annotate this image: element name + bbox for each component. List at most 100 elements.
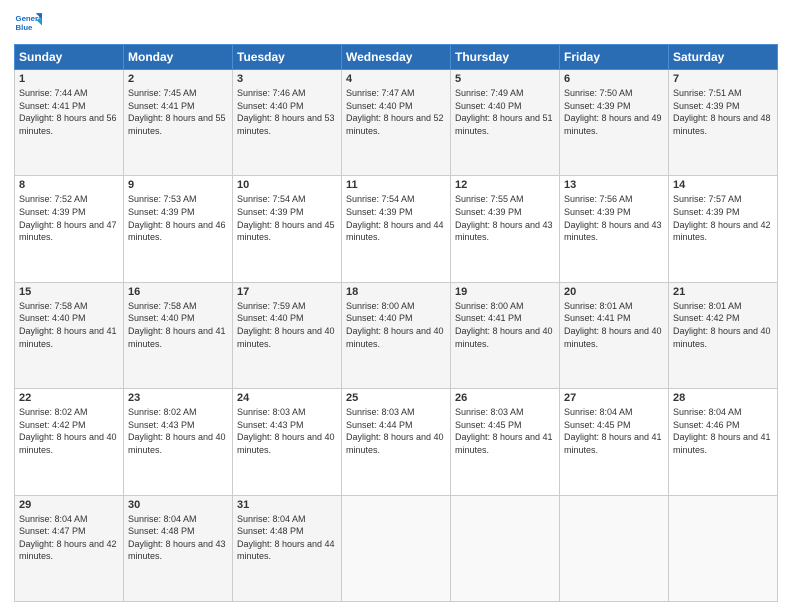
day-number: 31 [237, 499, 337, 511]
weekday-header-friday: Friday [560, 45, 669, 70]
day-info: Sunrise: 7:54 AM Sunset: 4:39 PM Dayligh… [237, 193, 337, 243]
day-number: 25 [346, 392, 446, 404]
day-cell: 25 Sunrise: 8:03 AM Sunset: 4:44 PM Dayl… [342, 389, 451, 495]
day-info: Sunrise: 8:01 AM Sunset: 4:42 PM Dayligh… [673, 300, 773, 350]
day-number: 9 [128, 179, 228, 191]
day-number: 8 [19, 179, 119, 191]
calendar-table: SundayMondayTuesdayWednesdayThursdayFrid… [14, 44, 778, 602]
day-cell: 19 Sunrise: 8:00 AM Sunset: 4:41 PM Dayl… [451, 282, 560, 388]
week-row-1: 1 Sunrise: 7:44 AM Sunset: 4:41 PM Dayli… [15, 70, 778, 176]
day-info: Sunrise: 7:51 AM Sunset: 4:39 PM Dayligh… [673, 87, 773, 137]
day-info: Sunrise: 8:00 AM Sunset: 4:41 PM Dayligh… [455, 300, 555, 350]
day-cell: 7 Sunrise: 7:51 AM Sunset: 4:39 PM Dayli… [669, 70, 778, 176]
header: General Blue [14, 10, 778, 38]
day-number: 12 [455, 179, 555, 191]
weekday-header-row: SundayMondayTuesdayWednesdayThursdayFrid… [15, 45, 778, 70]
day-info: Sunrise: 8:01 AM Sunset: 4:41 PM Dayligh… [564, 300, 664, 350]
day-cell: 2 Sunrise: 7:45 AM Sunset: 4:41 PM Dayli… [124, 70, 233, 176]
day-cell [342, 495, 451, 601]
day-cell: 5 Sunrise: 7:49 AM Sunset: 4:40 PM Dayli… [451, 70, 560, 176]
logo-icon: General Blue [14, 10, 42, 38]
week-row-2: 8 Sunrise: 7:52 AM Sunset: 4:39 PM Dayli… [15, 176, 778, 282]
day-cell: 6 Sunrise: 7:50 AM Sunset: 4:39 PM Dayli… [560, 70, 669, 176]
day-info: Sunrise: 7:49 AM Sunset: 4:40 PM Dayligh… [455, 87, 555, 137]
day-info: Sunrise: 8:03 AM Sunset: 4:43 PM Dayligh… [237, 406, 337, 456]
day-info: Sunrise: 7:53 AM Sunset: 4:39 PM Dayligh… [128, 193, 228, 243]
day-cell: 21 Sunrise: 8:01 AM Sunset: 4:42 PM Dayl… [669, 282, 778, 388]
weekday-header-wednesday: Wednesday [342, 45, 451, 70]
day-number: 4 [346, 73, 446, 85]
week-row-5: 29 Sunrise: 8:04 AM Sunset: 4:47 PM Dayl… [15, 495, 778, 601]
day-number: 19 [455, 286, 555, 298]
day-cell: 15 Sunrise: 7:58 AM Sunset: 4:40 PM Dayl… [15, 282, 124, 388]
weekday-header-saturday: Saturday [669, 45, 778, 70]
day-cell [451, 495, 560, 601]
day-cell: 3 Sunrise: 7:46 AM Sunset: 4:40 PM Dayli… [233, 70, 342, 176]
day-info: Sunrise: 7:58 AM Sunset: 4:40 PM Dayligh… [19, 300, 119, 350]
day-number: 30 [128, 499, 228, 511]
day-number: 28 [673, 392, 773, 404]
day-cell [669, 495, 778, 601]
day-cell: 4 Sunrise: 7:47 AM Sunset: 4:40 PM Dayli… [342, 70, 451, 176]
weekday-header-tuesday: Tuesday [233, 45, 342, 70]
day-info: Sunrise: 8:03 AM Sunset: 4:45 PM Dayligh… [455, 406, 555, 456]
day-number: 3 [237, 73, 337, 85]
day-cell: 20 Sunrise: 8:01 AM Sunset: 4:41 PM Dayl… [560, 282, 669, 388]
day-number: 22 [19, 392, 119, 404]
day-info: Sunrise: 7:44 AM Sunset: 4:41 PM Dayligh… [19, 87, 119, 137]
day-number: 5 [455, 73, 555, 85]
day-info: Sunrise: 7:50 AM Sunset: 4:39 PM Dayligh… [564, 87, 664, 137]
day-info: Sunrise: 7:58 AM Sunset: 4:40 PM Dayligh… [128, 300, 228, 350]
day-cell: 18 Sunrise: 8:00 AM Sunset: 4:40 PM Dayl… [342, 282, 451, 388]
day-cell [560, 495, 669, 601]
day-number: 2 [128, 73, 228, 85]
day-info: Sunrise: 8:04 AM Sunset: 4:45 PM Dayligh… [564, 406, 664, 456]
day-cell: 10 Sunrise: 7:54 AM Sunset: 4:39 PM Dayl… [233, 176, 342, 282]
day-info: Sunrise: 7:52 AM Sunset: 4:39 PM Dayligh… [19, 193, 119, 243]
day-cell: 22 Sunrise: 8:02 AM Sunset: 4:42 PM Dayl… [15, 389, 124, 495]
day-info: Sunrise: 8:02 AM Sunset: 4:42 PM Dayligh… [19, 406, 119, 456]
day-number: 15 [19, 286, 119, 298]
day-info: Sunrise: 7:47 AM Sunset: 4:40 PM Dayligh… [346, 87, 446, 137]
logo: General Blue [14, 10, 46, 38]
weekday-header-sunday: Sunday [15, 45, 124, 70]
day-number: 26 [455, 392, 555, 404]
day-info: Sunrise: 7:56 AM Sunset: 4:39 PM Dayligh… [564, 193, 664, 243]
week-row-4: 22 Sunrise: 8:02 AM Sunset: 4:42 PM Dayl… [15, 389, 778, 495]
day-cell: 12 Sunrise: 7:55 AM Sunset: 4:39 PM Dayl… [451, 176, 560, 282]
day-number: 13 [564, 179, 664, 191]
day-info: Sunrise: 7:46 AM Sunset: 4:40 PM Dayligh… [237, 87, 337, 137]
day-info: Sunrise: 8:04 AM Sunset: 4:46 PM Dayligh… [673, 406, 773, 456]
calendar-page: General Blue SundayMondayTuesdayWednesda… [0, 0, 792, 612]
day-number: 29 [19, 499, 119, 511]
day-number: 14 [673, 179, 773, 191]
day-info: Sunrise: 8:02 AM Sunset: 4:43 PM Dayligh… [128, 406, 228, 456]
day-number: 24 [237, 392, 337, 404]
day-number: 27 [564, 392, 664, 404]
day-number: 1 [19, 73, 119, 85]
day-info: Sunrise: 8:04 AM Sunset: 4:48 PM Dayligh… [237, 513, 337, 563]
day-cell: 28 Sunrise: 8:04 AM Sunset: 4:46 PM Dayl… [669, 389, 778, 495]
day-cell: 26 Sunrise: 8:03 AM Sunset: 4:45 PM Dayl… [451, 389, 560, 495]
week-row-3: 15 Sunrise: 7:58 AM Sunset: 4:40 PM Dayl… [15, 282, 778, 388]
day-info: Sunrise: 8:03 AM Sunset: 4:44 PM Dayligh… [346, 406, 446, 456]
svg-text:Blue: Blue [16, 23, 34, 32]
day-cell: 1 Sunrise: 7:44 AM Sunset: 4:41 PM Dayli… [15, 70, 124, 176]
day-number: 17 [237, 286, 337, 298]
day-number: 11 [346, 179, 446, 191]
weekday-header-thursday: Thursday [451, 45, 560, 70]
day-info: Sunrise: 7:59 AM Sunset: 4:40 PM Dayligh… [237, 300, 337, 350]
day-info: Sunrise: 7:55 AM Sunset: 4:39 PM Dayligh… [455, 193, 555, 243]
day-info: Sunrise: 8:04 AM Sunset: 4:47 PM Dayligh… [19, 513, 119, 563]
day-cell: 23 Sunrise: 8:02 AM Sunset: 4:43 PM Dayl… [124, 389, 233, 495]
day-number: 23 [128, 392, 228, 404]
day-number: 21 [673, 286, 773, 298]
day-number: 20 [564, 286, 664, 298]
day-info: Sunrise: 8:00 AM Sunset: 4:40 PM Dayligh… [346, 300, 446, 350]
day-number: 7 [673, 73, 773, 85]
day-number: 18 [346, 286, 446, 298]
day-info: Sunrise: 7:54 AM Sunset: 4:39 PM Dayligh… [346, 193, 446, 243]
day-info: Sunrise: 7:45 AM Sunset: 4:41 PM Dayligh… [128, 87, 228, 137]
weekday-header-monday: Monday [124, 45, 233, 70]
day-cell: 17 Sunrise: 7:59 AM Sunset: 4:40 PM Dayl… [233, 282, 342, 388]
